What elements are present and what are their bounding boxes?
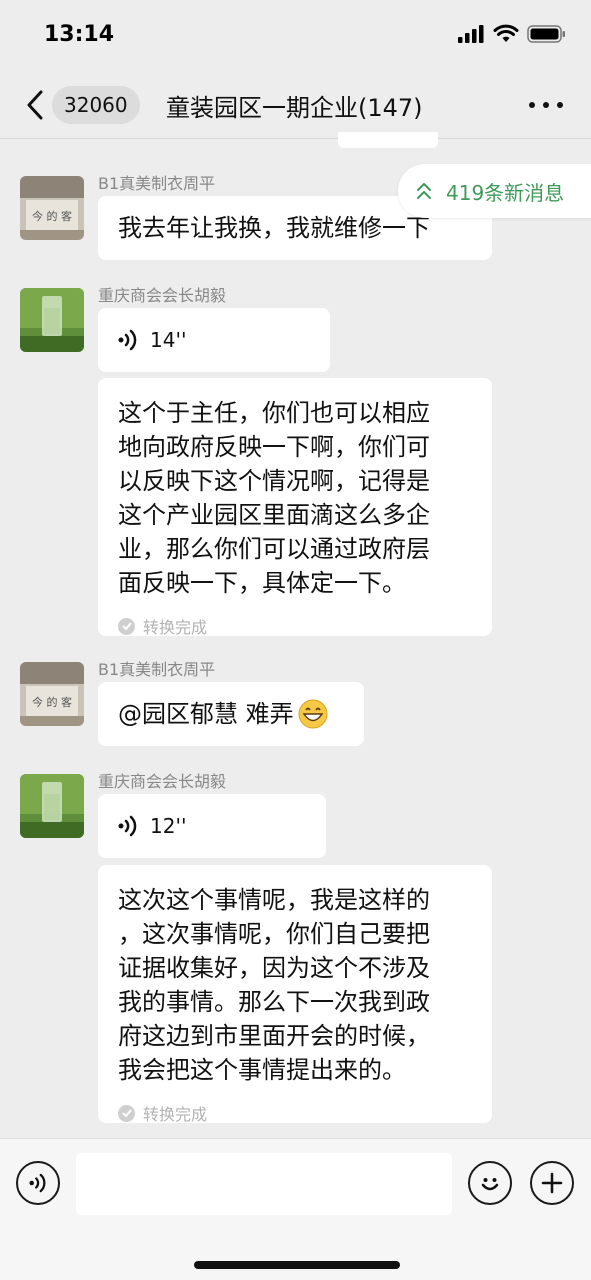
chat-header: 32060 童装园区一期企业(147) [0, 72, 591, 138]
more-icon [529, 102, 535, 108]
message-bubble[interactable]: @园区郁慧 难弄 [98, 682, 364, 746]
back-chevron-icon [27, 90, 43, 120]
convert-status: 转换完成 [118, 1101, 472, 1125]
voice-transcript: 这次这个事情呢，我是这样的 ，这次事情呢，你们自己要把 证据收集好，因为这个不涉… [118, 886, 430, 1084]
battery-icon [527, 25, 565, 43]
sender-name: 重庆商会会长胡毅 [98, 286, 227, 305]
voice-mode-button[interactable] [16, 1161, 60, 1205]
avatar[interactable] [20, 288, 84, 352]
message-input[interactable] [76, 1153, 452, 1215]
svg-text:今 的 客: 今 的 客 [32, 695, 72, 709]
voice-message-bubble[interactable]: 14'' [98, 308, 330, 372]
header-divider [0, 138, 591, 139]
back-button[interactable] [18, 84, 52, 126]
more-button[interactable] [529, 94, 563, 116]
convert-status: 转换完成 [118, 614, 472, 638]
voice-transcript-bubble[interactable]: 这次这个事情呢，我是这样的 ，这次事情呢，你们自己要把 证据收集好，因为这个不涉… [98, 865, 492, 1125]
status-time: 13:14 [44, 22, 115, 47]
avatar[interactable]: 今 的 客 [20, 662, 84, 726]
previous-message-bubble[interactable] [338, 132, 438, 148]
sender-name: B1真美制衣周平 [98, 660, 216, 679]
plus-button[interactable] [530, 1161, 574, 1205]
emoji-icon [481, 1178, 499, 1191]
voice-duration: 12'' [150, 814, 187, 838]
wifi-icon [493, 24, 519, 42]
input-bar [0, 1138, 591, 1280]
status-bar: 13:14 [0, 0, 591, 72]
message-text: @园区郁慧 难弄 [118, 700, 294, 728]
voice-transcript: 这个于主任，你们也可以相应 地向政府反映一下啊，你们可 以反映下这个情况啊，记得… [118, 399, 430, 597]
signal-icon [458, 25, 484, 43]
chat-title[interactable]: 童装园区一期企业(147) [166, 88, 423, 123]
home-indicator [194, 1261, 400, 1269]
new-messages-button[interactable]: 419条新消息 [398, 164, 591, 218]
sender-name: B1真美制衣周平 [98, 174, 216, 193]
check-circle-icon [118, 617, 135, 635]
status-icons [457, 24, 567, 44]
check-circle-icon [118, 1104, 135, 1122]
voice-transcript-bubble[interactable]: 这个于主任，你们也可以相应 地向政府反映一下啊，你们可 以反映下这个情况啊，记得… [98, 378, 492, 638]
voice-mode-icon [29, 1173, 46, 1193]
voice-message-bubble[interactable]: 12'' [98, 794, 326, 858]
avatar[interactable]: 今 的 客 [20, 176, 84, 240]
sender-name: 重庆商会会长胡毅 [98, 772, 227, 791]
new-messages-label: 419条新消息 [446, 180, 565, 205]
svg-text:今 的 客: 今 的 客 [32, 209, 72, 223]
double-chevron-up-icon [417, 183, 431, 199]
voice-wave-icon [118, 329, 137, 351]
grinning-face-icon [298, 699, 328, 729]
emoji-button[interactable] [468, 1161, 512, 1205]
unread-count-badge[interactable]: 32060 [52, 86, 140, 124]
voice-duration: 14'' [150, 328, 187, 352]
voice-wave-icon [118, 815, 137, 837]
avatar[interactable] [20, 774, 84, 838]
plus-icon [541, 1172, 563, 1194]
